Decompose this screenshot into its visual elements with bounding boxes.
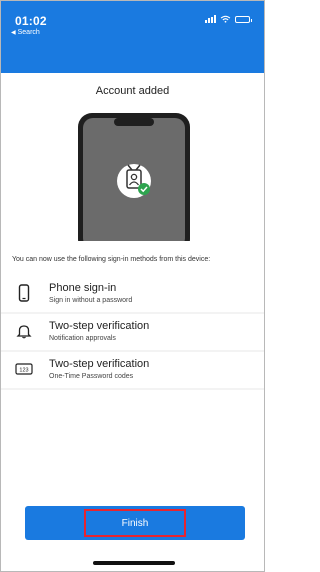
- page-title: Account added: [95, 85, 170, 97]
- numeric-code-icon: 123: [15, 360, 33, 378]
- back-label: Search: [17, 29, 40, 36]
- phone-illustration: [78, 113, 190, 241]
- method-subtitle: Sign in without a password: [49, 297, 133, 304]
- method-title: Two-step verification: [49, 320, 150, 332]
- sign-in-methods-list: Phone sign-in Sign in without a password…: [1, 276, 264, 390]
- back-arrow-icon: ◀: [11, 30, 16, 36]
- list-item-notification-approvals: Two-step verification Notification appro…: [1, 314, 264, 350]
- list-item-one-time-password: 123 Two-step verification One-Time Passw…: [1, 352, 264, 388]
- list-item-phone-sign-in: Phone sign-in Sign in without a password: [1, 276, 264, 312]
- system-icons: [205, 15, 252, 23]
- method-title: Two-step verification: [49, 358, 150, 370]
- phone-icon: [15, 284, 33, 302]
- sign-in-methods-message: You can now use the following sign-in me…: [12, 256, 211, 263]
- method-subtitle: One-Time Password codes: [49, 373, 134, 380]
- bell-icon: [15, 322, 33, 340]
- status-time: 01:02: [15, 14, 47, 28]
- back-to-search-link[interactable]: ◀ Search: [11, 29, 40, 36]
- finish-button-bar[interactable]: Finish: [25, 506, 245, 540]
- wifi-icon: [220, 15, 231, 23]
- svg-text:123: 123: [19, 368, 28, 374]
- finish-button[interactable]: Finish: [84, 509, 186, 537]
- header-bar: 01:02 ◀ Search: [1, 1, 264, 73]
- badge-check-icon: [117, 164, 151, 198]
- battery-icon: [235, 15, 252, 23]
- method-subtitle: Notification approvals: [49, 335, 116, 342]
- home-indicator: [93, 561, 175, 565]
- signal-icon: [205, 15, 216, 23]
- app-window: 01:02 ◀ Search Account added You can now…: [0, 0, 265, 572]
- method-title: Phone sign-in: [49, 282, 117, 294]
